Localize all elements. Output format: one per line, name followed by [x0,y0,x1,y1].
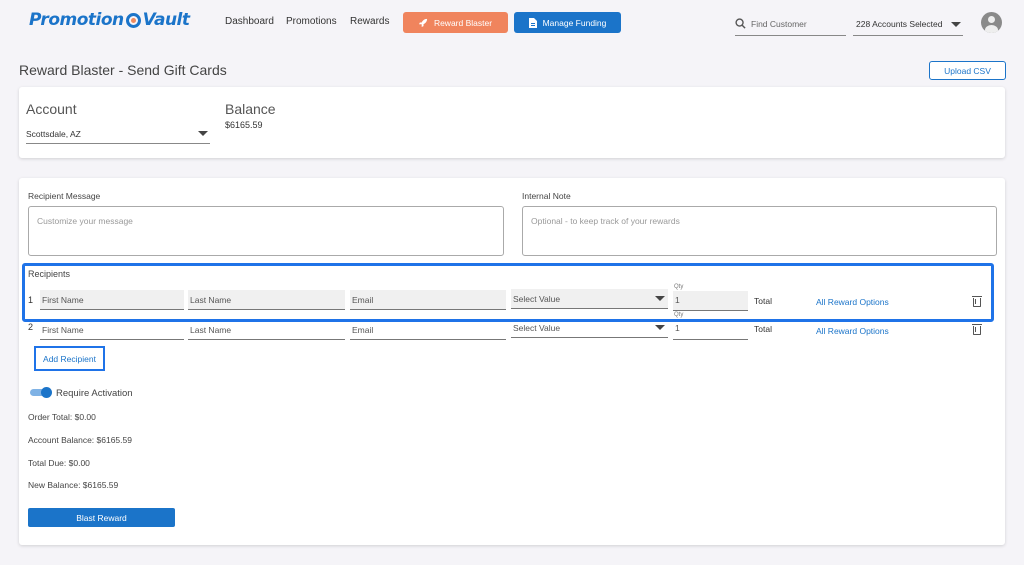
all-reward-options-link[interactable]: All Reward Options [816,326,889,336]
first-name-placeholder: First Name [42,324,84,335]
vault-dial-icon [125,12,141,28]
internal-note-label: Internal Note [522,191,571,201]
top-navigation-bar: Promotion Vault Dashboard Promotions Rew… [0,0,1024,46]
nav-rewards[interactable]: Rewards [350,16,389,27]
reward-blaster-label: Reward Blaster [433,17,493,28]
chevron-down-icon [198,131,208,136]
manage-funding-label: Manage Funding [542,17,607,28]
reward-blaster-button[interactable]: Reward Blaster [403,12,508,33]
upload-csv-button[interactable]: Upload CSV [929,61,1006,80]
balance-value: $6165.59 [225,120,263,130]
recipient-message-textarea[interactable]: Customize your message [28,206,504,256]
find-customer-placeholder: Find Customer [751,18,807,29]
page-title: Reward Blaster - Send Gift Cards [19,62,227,78]
manage-funding-button[interactable]: Manage Funding [514,12,621,33]
internal-note-textarea[interactable]: Optional - to keep track of your rewards [522,206,997,256]
nav-dashboard[interactable]: Dashboard [225,16,274,27]
logo-text-part1: Promotion [29,10,124,30]
email-input[interactable]: Email [350,320,506,340]
first-name-input[interactable]: First Name [40,320,184,340]
require-activation-toggle[interactable] [30,387,52,398]
user-avatar-icon[interactable] [981,12,1002,33]
qty-input[interactable]: 1 [673,320,748,340]
order-total: Order Total: $0.00 [28,412,96,422]
account-card: Account Scottsdale, AZ Balance $6165.59 [19,87,1005,158]
email-placeholder: Email [352,324,374,335]
account-balance: Account Balance: $6165.59 [28,435,132,445]
require-activation-label: Require Activation [56,388,133,399]
promotion-vault-logo[interactable]: Promotion Vault [29,10,190,30]
search-icon [735,18,746,29]
nav-promotions[interactable]: Promotions [286,16,337,27]
document-icon [528,17,537,28]
qty-value: 1 [675,323,680,333]
recipient-message-label: Recipient Message [28,191,101,201]
account-value: Scottsdale, AZ [26,128,81,139]
trash-icon[interactable] [972,324,982,335]
blast-reward-button[interactable]: Blast Reward [28,508,175,527]
recipients-highlight-box [22,263,994,322]
account-label: Account [26,101,77,117]
last-name-input[interactable]: Last Name [188,320,345,340]
find-customer-input[interactable]: Find Customer [735,12,846,36]
chevron-down-icon [655,325,665,330]
rocket-icon [418,18,428,27]
account-select[interactable]: Scottsdale, AZ [26,124,210,144]
total-label: Total [754,324,772,334]
balance-label: Balance [225,101,276,117]
toggle-knob [41,387,52,398]
select-value-text: Select Value [513,322,561,333]
total-due: Total Due: $0.00 [28,458,90,468]
chevron-down-icon [951,22,961,27]
last-name-placeholder: Last Name [190,324,232,335]
logo-text-part2: Vault [142,10,190,30]
accounts-selected-text: 228 Accounts Selected [856,18,943,29]
new-balance: New Balance: $6165.59 [28,480,119,490]
recipient-row-number: 2 [28,322,34,332]
accounts-selector[interactable]: 228 Accounts Selected [853,12,963,36]
add-recipient-button[interactable]: Add Recipient [34,346,105,371]
